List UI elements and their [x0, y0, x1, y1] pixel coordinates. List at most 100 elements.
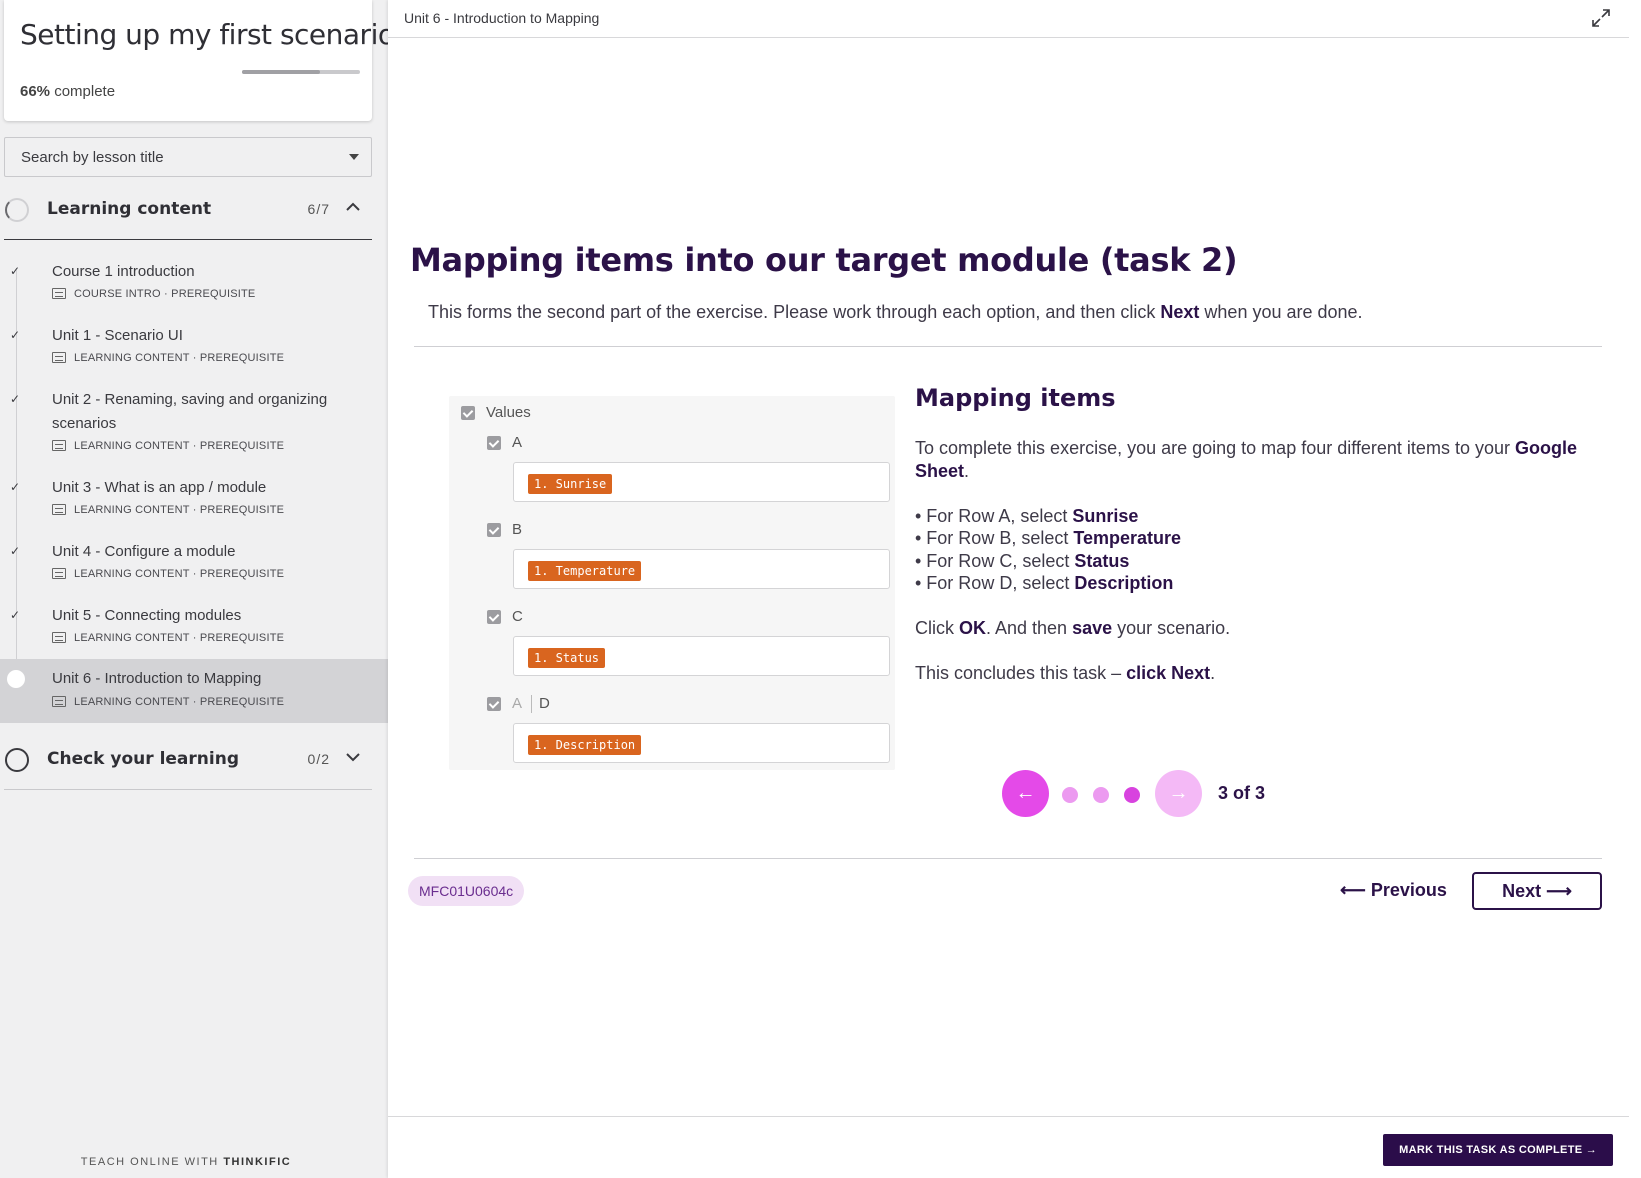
previous-button[interactable]: ⟵ Previous — [1340, 880, 1447, 901]
chapter-count: 6/7 — [307, 201, 330, 217]
presentation-icon — [52, 632, 66, 643]
chapter-check-your-learning[interactable]: Check your learning 0/2 — [0, 730, 372, 790]
step-paragraph: To complete this exercise, you are going… — [915, 438, 1577, 481]
lesson-footer: MARK THIS TASK AS COMPLETE → — [388, 1116, 1629, 1178]
mapping-field: 1. Temperature — [513, 549, 890, 589]
lesson-meta: COURSE INTRO · PREREQUISITE — [52, 288, 255, 300]
check-icon: ✓ — [9, 480, 21, 494]
lesson-item[interactable]: ✓ Unit 5 - Connecting modules LEARNING C… — [0, 596, 388, 652]
lesson-code-badge: MFC01U0604c — [408, 876, 525, 906]
progress-ring-icon — [5, 198, 29, 222]
progress-bar — [242, 70, 360, 74]
lesson-content: Unit 6 - Introduction to Mapping Mapping… — [388, 0, 1629, 1178]
chevron-down-icon[interactable] — [344, 748, 362, 766]
carousel-dot[interactable] — [1062, 787, 1078, 803]
checkbox-icon — [461, 406, 475, 420]
check-icon: ✓ — [9, 544, 21, 558]
check-icon: ✓ — [9, 328, 21, 342]
lesson-title: Unit 1 - Scenario UI — [52, 327, 183, 344]
presentation-icon — [52, 440, 66, 451]
lesson-item[interactable]: ✓ Unit 3 - What is an app / module LEARN… — [0, 468, 388, 524]
carousel-dot[interactable] — [1093, 787, 1109, 803]
next-button[interactable]: Next ⟶ — [1472, 872, 1602, 910]
document-icon — [52, 288, 66, 299]
chevron-up-icon[interactable] — [344, 198, 362, 216]
mapped-item-pill: 1. Description — [528, 735, 642, 755]
carousel-counter: 3 of 3 — [1218, 783, 1266, 803]
current-lesson-dot-icon — [7, 670, 25, 688]
lesson-title: Unit 3 - What is an app / module — [52, 479, 267, 496]
lesson-meta: LEARNING CONTENT · PREREQUISITE — [52, 352, 284, 364]
mapping-field: 1. Status — [513, 636, 890, 676]
presentation-icon — [52, 696, 66, 707]
mark-complete-button[interactable]: MARK THIS TASK AS COMPLETE → — [1383, 1134, 1613, 1166]
course-progress-card: Setting up my first scenario 66% complet… — [4, 0, 395, 121]
row-label-prefix: A — [512, 695, 523, 712]
course-title: Setting up my first scenario — [20, 18, 395, 51]
checkbox-icon — [487, 697, 501, 711]
chapter-divider — [4, 789, 372, 790]
lesson-item[interactable]: ✓ Course 1 introduction COURSE INTRO · P… — [0, 252, 388, 308]
progress-percent: 66% — [20, 83, 51, 100]
step-title: Mapping items — [915, 384, 1116, 412]
progress-text: 66% complete — [20, 83, 115, 100]
chapter-title: Check your learning — [47, 749, 239, 769]
row-label: A — [512, 434, 523, 451]
arrow-right-icon: ⟶ — [1541, 881, 1572, 901]
lesson-title: Unit 4 - Configure a module — [52, 543, 236, 560]
arrow-right-icon: → — [1168, 782, 1189, 804]
lesson-topbar: Unit 6 - Introduction to Mapping — [388, 0, 1629, 38]
mapped-item-pill: 1. Status — [528, 648, 606, 668]
thinkific-footer[interactable]: TEACH ONLINE WITH THINKIFIC — [0, 1156, 372, 1168]
mapping-field: 1. Description — [513, 723, 890, 763]
checkbox-icon — [487, 610, 501, 624]
expand-icon[interactable] — [1591, 8, 1611, 28]
presentation-icon — [52, 504, 66, 515]
carousel-next-button[interactable]: → — [1155, 770, 1202, 817]
bullet-item: • For Row C, select Status — [915, 551, 1130, 571]
lesson-search-placeholder: Search by lesson title — [21, 149, 164, 166]
caret-down-icon — [349, 154, 359, 160]
breadcrumb: Unit 6 - Introduction to Mapping — [404, 10, 600, 26]
presentation-icon — [52, 568, 66, 579]
chapter-title: Learning content — [47, 199, 212, 219]
progress-suffix: complete — [54, 83, 116, 100]
mapping-field: 1. Sunrise — [513, 462, 890, 502]
carousel-dot-active[interactable] — [1124, 787, 1140, 803]
cursor-bar — [531, 695, 532, 713]
lesson-item[interactable]: ✓ Unit 4 - Configure a module LEARNING C… — [0, 532, 388, 588]
chapter-learning-content[interactable]: Learning content 6/7 — [0, 180, 372, 240]
bullet-item: • For Row A, select Sunrise — [915, 506, 1139, 526]
checkbox-icon — [487, 436, 501, 450]
chapter-count: 0/2 — [307, 751, 330, 767]
carousel-prev-button[interactable]: ← — [1002, 770, 1049, 817]
progress-ring-icon — [5, 748, 29, 772]
lesson-intro: This forms the second part of the exerci… — [428, 302, 1363, 322]
lesson-meta: LEARNING CONTENT · PREREQUISITE — [52, 632, 284, 644]
row-label: D — [539, 695, 550, 712]
lesson-meta: LEARNING CONTENT · PREREQUISITE — [52, 440, 284, 452]
scrollbar[interactable] — [1629, 0, 1641, 1178]
bullet-item: • For Row D, select Description — [915, 573, 1174, 593]
lesson-meta: LEARNING CONTENT · PREREQUISITE — [52, 504, 284, 516]
lesson-title: Course 1 introduction — [52, 263, 195, 280]
lesson-item-active[interactable]: Unit 6 - Introduction to Mapping LEARNIN… — [0, 659, 388, 723]
checkbox-icon — [487, 523, 501, 537]
lesson-title: Unit 2 - Renaming, saving and organizing… — [52, 391, 328, 432]
bullet-item: • For Row B, select Temperature — [915, 528, 1182, 548]
arrow-left-icon: ⟵ — [1340, 880, 1371, 900]
divider — [414, 346, 1602, 347]
step-paragraph: Click OK. And then save your scenario. — [915, 618, 1231, 638]
lesson-item[interactable]: ✓ Unit 2 - Renaming, saving and organizi… — [0, 380, 388, 460]
lesson-item[interactable]: ✓ Unit 1 - Scenario UI LEARNING CONTENT … — [0, 316, 388, 372]
lesson-title: Unit 6 - Introduction to Mapping — [52, 670, 262, 687]
lesson-search-select[interactable]: Search by lesson title — [4, 137, 372, 177]
step-paragraph: This concludes this task – click Next. — [915, 663, 1216, 683]
mapped-item-pill: 1. Sunrise — [528, 474, 613, 494]
row-label: C — [512, 608, 523, 625]
mapping-panel-screenshot: Values A 1. Sunrise B 1. Temperature C 1… — [449, 396, 895, 770]
lesson-title: Unit 5 - Connecting modules — [52, 607, 242, 624]
arrow-left-icon: ← — [1015, 782, 1036, 804]
lesson-meta: LEARNING CONTENT · PREREQUISITE — [52, 568, 284, 580]
values-label: Values — [486, 404, 531, 421]
